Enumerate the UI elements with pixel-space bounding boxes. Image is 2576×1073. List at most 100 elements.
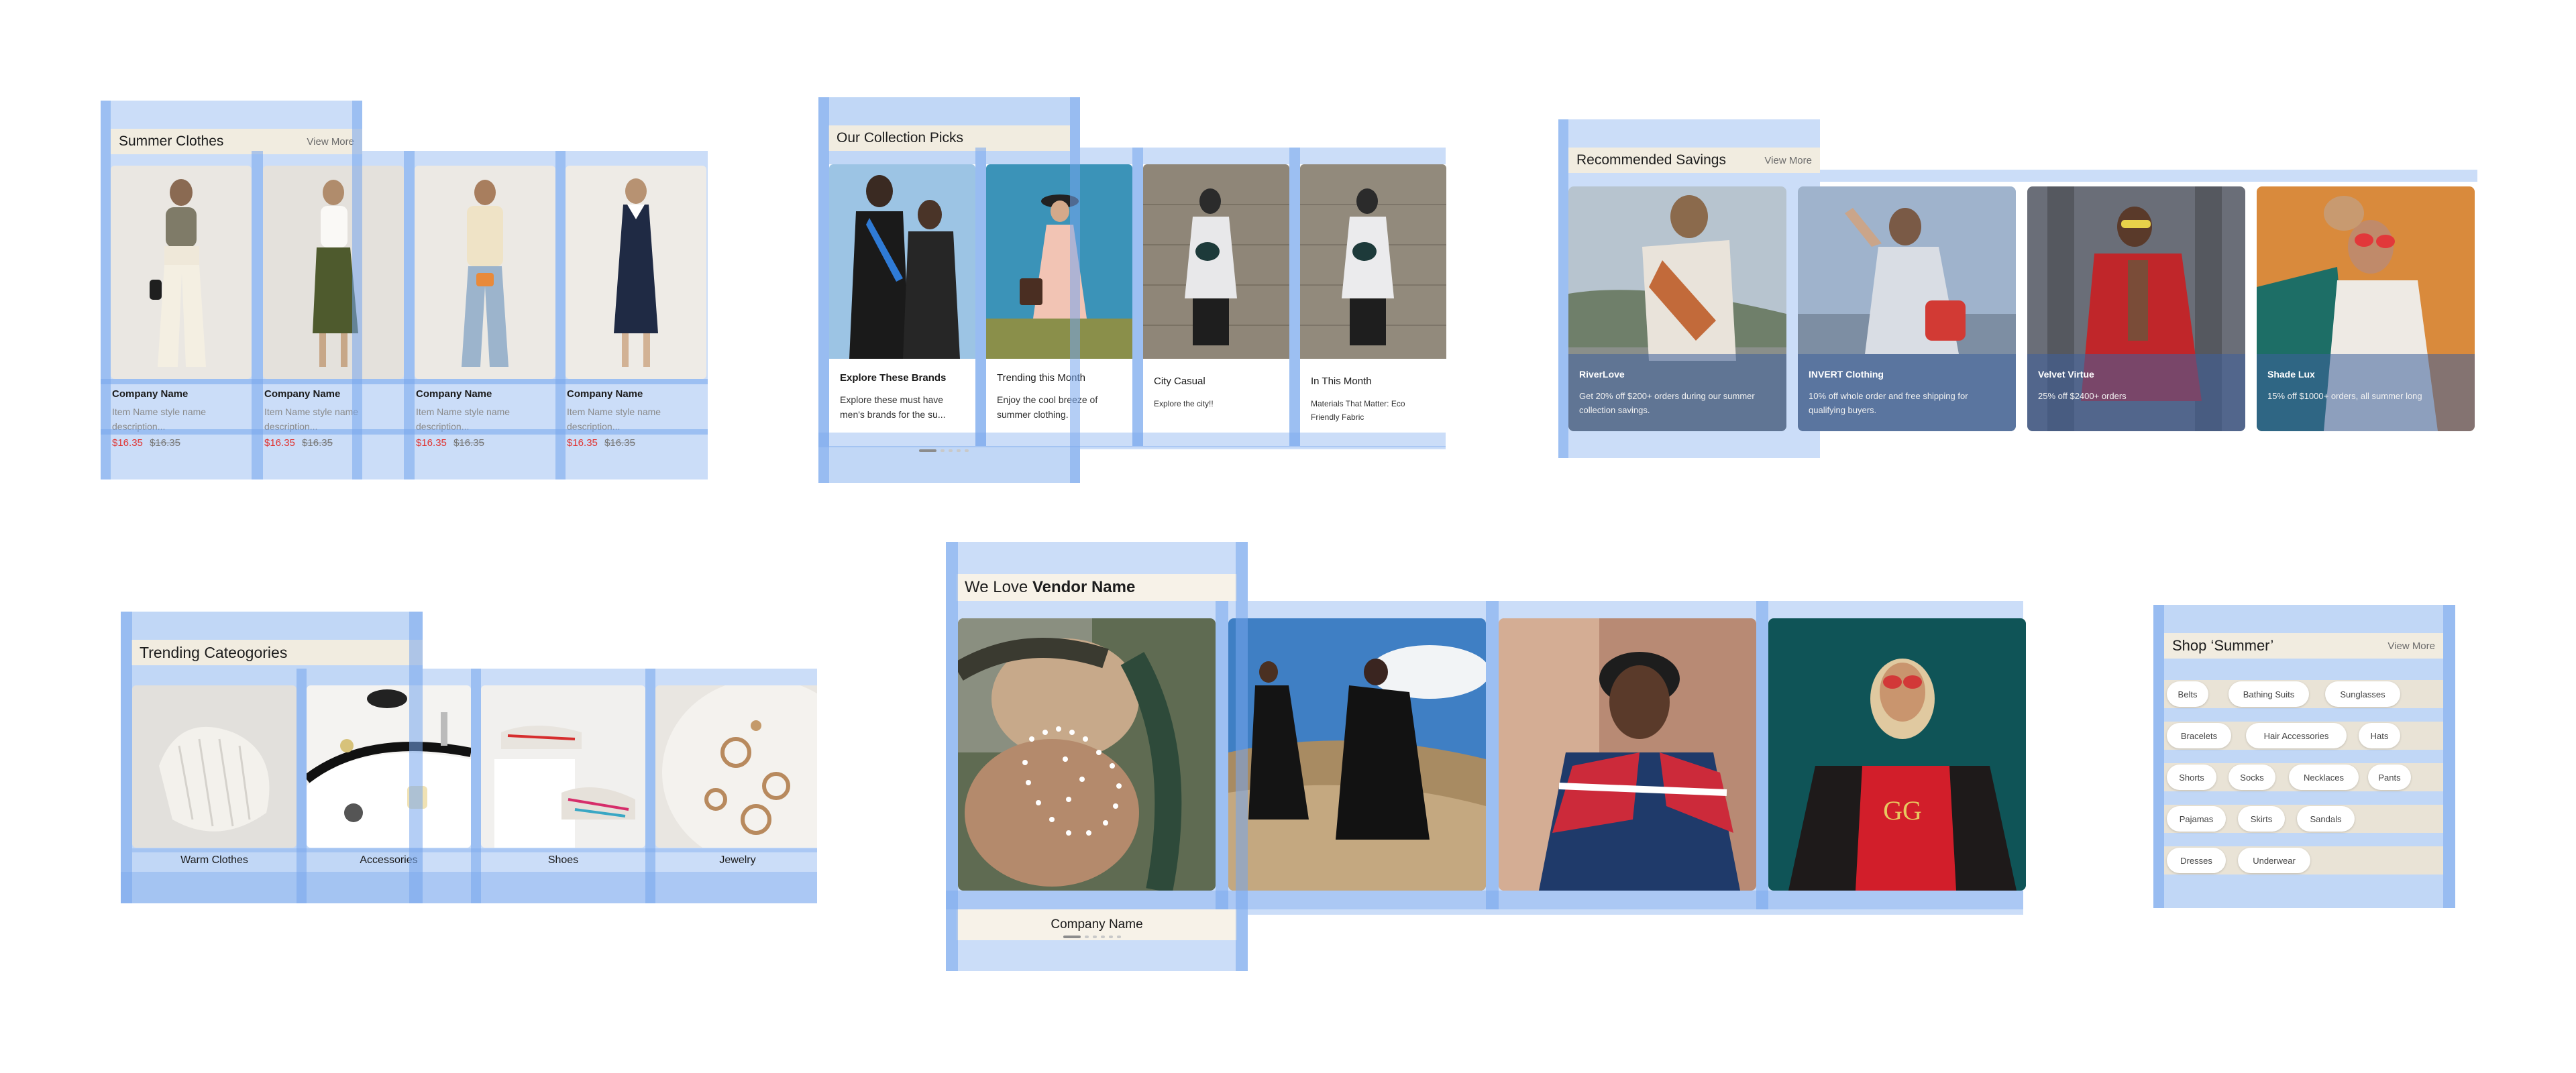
product-card[interactable]: Company Name Item Name style name descri… (111, 166, 252, 454)
brand-name: INVERT Clothing (1809, 369, 1884, 380)
card-title: In This Month (1311, 376, 1372, 387)
collection-image (1143, 164, 1289, 359)
card-title: Trending this Month (997, 372, 1086, 384)
company-name: Company Name (264, 388, 341, 400)
section-title: Summer Clothes (119, 133, 224, 149)
brand-name: RiverLove (1579, 369, 1625, 380)
section-header: Recommended Savings View More (1568, 148, 1820, 173)
section-header: We Love Vendor Name (957, 574, 1237, 601)
chip-sandals[interactable]: Sandals (2297, 806, 2355, 832)
price-row: $16.35 $16.35 (416, 437, 484, 449)
category-label: Jewelry (719, 854, 756, 866)
title-prefix: We Love (965, 578, 1028, 596)
chip-bracelets[interactable]: Bracelets (2167, 723, 2231, 748)
section-title: Shop ‘Summer’ (2172, 637, 2274, 654)
view-more-link[interactable]: View More (1764, 155, 1812, 166)
vendor-image[interactable] (1228, 618, 1486, 891)
collection-image (986, 164, 1132, 359)
offer-text: 10% off whole order and free shipping fo… (1809, 391, 1968, 415)
chip-necklaces[interactable]: Necklaces (2289, 765, 2359, 790)
savings-card[interactable]: Velvet Virtue 25% off $2400+ orders (2027, 186, 2245, 431)
original-price: $16.35 (604, 437, 635, 449)
product-image (263, 166, 404, 379)
chip-sunglasses[interactable]: Sunglasses (2325, 681, 2400, 707)
savings-card[interactable]: RiverLove Get 20% off $200+ orders durin… (1568, 186, 1786, 431)
collection-card[interactable]: In This Month Materials That Matter: Eco… (1300, 164, 1446, 446)
category-card[interactable]: Shoes (481, 685, 645, 877)
category-label: Accessories (360, 854, 418, 866)
vendor-image[interactable] (1499, 618, 1756, 891)
section-title: We Love Vendor Name (965, 578, 1135, 597)
price-row: $16.35 $16.35 (112, 437, 180, 449)
chip-dresses[interactable]: Dresses (2167, 848, 2226, 873)
offer-text: 25% off $2400+ orders (2038, 391, 2127, 401)
price-row: $16.35 $16.35 (567, 437, 635, 449)
category-card[interactable]: Warm Clothes (132, 685, 297, 877)
brand-name: Velvet Virtue (2038, 369, 2094, 380)
item-description: Item Name style name description... (112, 406, 207, 432)
collection-card[interactable]: City Casual Explore the city!! (1143, 164, 1289, 446)
section-header: Trending Cateogories (131, 640, 423, 665)
company-name: Company Name (1051, 917, 1143, 931)
chip-hats[interactable]: Hats (2359, 723, 2400, 748)
savings-card[interactable]: Shade Lux 15% off $1000+ orders, all sum… (2257, 186, 2475, 431)
card-description: Explore these must have men's brands for… (840, 394, 946, 420)
vendor-image[interactable]: GG (1768, 618, 2026, 891)
chip-bathing-suits[interactable]: Bathing Suits (2229, 681, 2309, 707)
chip-shorts[interactable]: Shorts (2167, 765, 2216, 790)
company-name: Company Name (567, 388, 643, 400)
collection-image (829, 164, 975, 359)
shop-summer-panel: Shop ‘Summer’ View More Belts Bathing Su… (2153, 605, 2455, 908)
category-image (481, 685, 645, 848)
product-card[interactable]: Company Name Item Name style name descri… (566, 166, 706, 454)
brand-name: Shade Lux (2267, 369, 2315, 380)
chip-pajamas[interactable]: Pajamas (2167, 806, 2226, 832)
product-image (111, 166, 252, 379)
sale-price: $16.35 (416, 437, 447, 449)
view-more-link[interactable]: View More (307, 136, 354, 148)
category-card[interactable]: Jewelry (655, 685, 817, 877)
category-image (307, 685, 471, 848)
chip-socks[interactable]: Socks (2229, 765, 2275, 790)
chip-skirts[interactable]: Skirts (2238, 806, 2285, 832)
original-price: $16.35 (302, 437, 333, 449)
collection-card[interactable]: Explore These Brands Explore these must … (829, 164, 975, 446)
item-description: Item Name style name description... (416, 406, 511, 432)
product-image (415, 166, 555, 379)
sale-price: $16.35 (264, 437, 295, 449)
sale-price: $16.35 (112, 437, 143, 449)
card-description: Explore the city!! (1154, 399, 1214, 408)
section-title: Our Collection Picks (837, 130, 964, 146)
view-more-link[interactable]: View More (2387, 640, 2435, 652)
collection-image (1300, 164, 1446, 359)
card-description: Enjoy the cool breeze of summer clothing… (997, 394, 1098, 420)
vendor-image[interactable] (958, 618, 1216, 891)
product-card[interactable]: Company Name Item Name style name descri… (263, 166, 404, 454)
carousel-indicator[interactable] (1063, 936, 1130, 940)
product-card[interactable]: Company Name Item Name style name descri… (415, 166, 555, 454)
price-row: $16.35 $16.35 (264, 437, 333, 449)
savings-card[interactable]: INVERT Clothing 10% off whole order and … (1798, 186, 2016, 431)
category-image (132, 685, 297, 848)
category-label: Shoes (547, 854, 579, 866)
sale-price: $16.35 (567, 437, 598, 449)
collection-card[interactable]: Trending this Month Enjoy the cool breez… (986, 164, 1132, 446)
carousel-indicator[interactable] (919, 449, 986, 453)
offer-text: Get 20% off $200+ orders during our summ… (1579, 391, 1755, 415)
svg-text:GG: GG (1883, 795, 1922, 826)
card-title: Explore These Brands (840, 372, 947, 384)
category-label: Warm Clothes (180, 854, 248, 866)
chip-belts[interactable]: Belts (2167, 681, 2208, 707)
chip-hair-accessories[interactable]: Hair Accessories (2246, 723, 2347, 748)
offer-text: 15% off $1000+ orders, all summer long (2267, 391, 2422, 401)
product-image (566, 166, 706, 379)
section-header: Our Collection Picks (828, 125, 1070, 151)
card-title: City Casual (1154, 376, 1205, 387)
section-header: Summer Clothes View More (111, 129, 362, 154)
section-title: Recommended Savings (1576, 152, 1726, 168)
company-name: Company Name (112, 388, 189, 400)
chip-pants[interactable]: Pants (2368, 765, 2411, 790)
item-description: Item Name style name description... (567, 406, 661, 432)
chip-underwear[interactable]: Underwear (2238, 848, 2310, 873)
category-card[interactable]: Accessories (307, 685, 471, 877)
